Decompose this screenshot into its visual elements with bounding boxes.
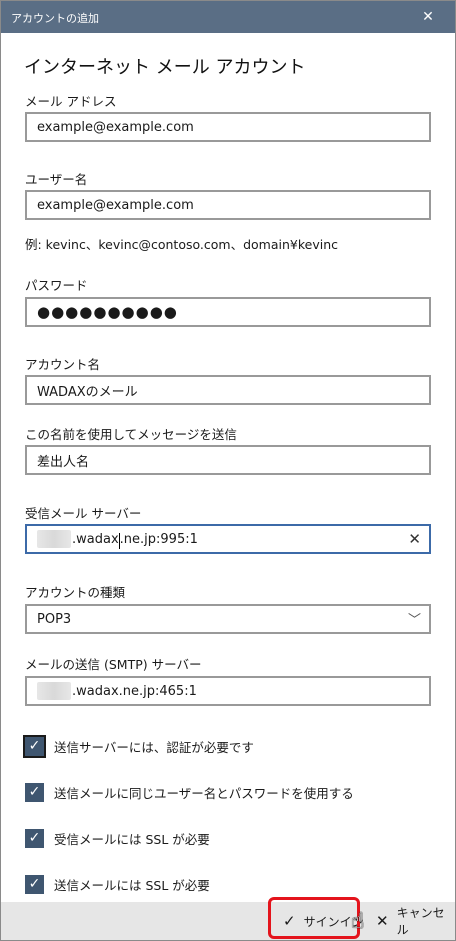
email-value: example@example.com [37, 119, 194, 135]
incoming-server-label: 受信メール サーバー [25, 506, 142, 521]
add-account-dialog: アカウントの追加 ✕ インターネット メール アカウント メール アドレス ex… [0, 0, 456, 941]
cancel-button[interactable]: ✕ キャンセル [376, 906, 455, 937]
username-field[interactable]: example@example.com [25, 190, 431, 220]
email-label: メール アドレス [25, 94, 117, 109]
account-type-value: POP3 [37, 611, 72, 627]
clear-icon[interactable]: ✕ [408, 530, 421, 548]
redacted-hostname [37, 682, 71, 700]
checkbox-check-icon: ✓ [23, 734, 46, 758]
username-example-hint: 例: kevinc、kevinc@contoso.com、domain¥kevi… [25, 237, 339, 252]
email-field[interactable]: example@example.com [25, 112, 431, 142]
outgoing-server-field[interactable]: .wadax.ne.jp:465:1 [25, 676, 431, 706]
checkbox-label: 受信メールには SSL が必要 [54, 831, 210, 847]
incoming-server-field[interactable]: .wadax .ne.jp:995:1 ✕ [25, 524, 431, 554]
checkbox-label: 送信メールには SSL が必要 [54, 877, 210, 893]
checkbox-same-credentials[interactable]: ✓ 送信メールに同じユーザー名とパスワードを使用する [25, 781, 354, 803]
checkbox-label: 送信メールに同じユーザー名とパスワードを使用する [54, 785, 354, 801]
checkbox-check-icon: ✓ [25, 828, 44, 848]
redacted-hostname [37, 530, 71, 548]
account-type-select[interactable]: POP3 ﹀ [25, 604, 431, 634]
incoming-server-value-b: .ne.jp:995:1 [119, 531, 198, 547]
chevron-down-icon: ﹀ [407, 613, 421, 628]
checkbox-check-icon: ✓ [25, 782, 44, 802]
account-name-label: アカウント名 [25, 357, 101, 372]
checkbox-label: 送信サーバーには、認証が必要です [54, 739, 254, 755]
password-label: パスワード [25, 278, 88, 293]
cancel-label: キャンセル [396, 906, 445, 937]
outgoing-server-value: .wadax.ne.jp:465:1 [72, 683, 197, 699]
hand-cursor-icon: ☝ [351, 909, 365, 934]
checkbox-outgoing-auth[interactable]: ✓ 送信サーバーには、認証が必要です [23, 734, 254, 758]
send-name-label: この名前を使用してメッセージを送信 [25, 427, 237, 442]
password-field[interactable]: ●●●●●●●●●● [25, 297, 431, 327]
title-bar: アカウントの追加 ✕ [1, 1, 455, 33]
incoming-server-value-a: .wadax [72, 531, 119, 547]
account-name-field[interactable]: WADAXのメール [25, 375, 431, 405]
username-value: example@example.com [37, 197, 194, 213]
page-title: インターネット メール アカウント [24, 57, 306, 78]
send-name-value: 差出人名 [37, 454, 90, 470]
username-label: ユーザー名 [25, 172, 88, 187]
highlight-annotation [268, 897, 360, 939]
checkbox-outgoing-ssl[interactable]: ✓ 送信メールには SSL が必要 [25, 873, 210, 895]
account-type-label: アカウントの種類 [25, 585, 126, 600]
checkbox-check-icon: ✓ [25, 874, 44, 894]
password-mask: ●●●●●●●●●● [37, 303, 178, 321]
close-icon: ✕ [376, 912, 389, 930]
window-title: アカウントの追加 [11, 12, 99, 25]
account-name-value: WADAXのメール [37, 384, 138, 400]
checkbox-incoming-ssl[interactable]: ✓ 受信メールには SSL が必要 [25, 827, 210, 849]
close-icon[interactable]: ✕ [405, 1, 451, 33]
dialog-footer: ✓ サインイン ✕ キャンセル [1, 902, 455, 940]
send-name-field[interactable]: 差出人名 [25, 445, 431, 475]
outgoing-server-label: メールの送信 (SMTP) サーバー [25, 657, 202, 672]
